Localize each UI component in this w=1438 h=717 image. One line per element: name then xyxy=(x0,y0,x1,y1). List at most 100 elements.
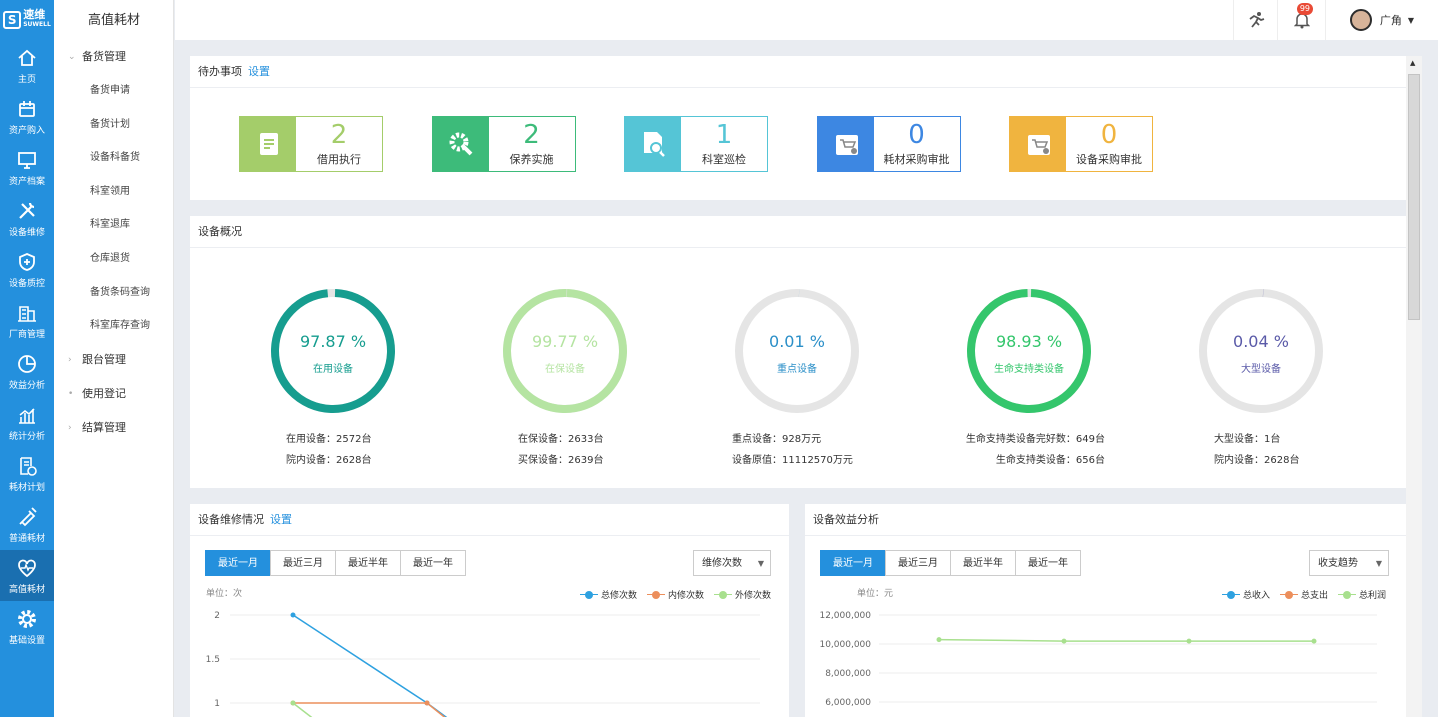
repair-chart: 21.51 xyxy=(206,611,760,717)
donut-ring xyxy=(271,289,395,413)
nav-item-6[interactable]: 效益分析 xyxy=(0,346,54,397)
nav-item-label: 设备维修 xyxy=(8,227,45,238)
range-tab[interactable]: 最近一年 xyxy=(400,550,466,576)
y-tick-label: 10,000,000 xyxy=(819,640,871,650)
nav-item-4[interactable]: 设备质控 xyxy=(0,244,54,295)
todo-card[interactable]: 0 耗材采购审批 xyxy=(816,116,961,172)
gear-icon xyxy=(18,609,36,628)
donut-percent: 97.87 % xyxy=(299,332,367,351)
submenu-item[interactable]: 科室库存查询 xyxy=(54,309,173,343)
nav-item-1[interactable]: 资产购入 xyxy=(0,91,54,142)
range-tab[interactable]: 最近三月 xyxy=(885,550,951,576)
todo-card[interactable]: 1 科室巡检 xyxy=(624,116,768,172)
donut-label: 生命支持类设备 xyxy=(994,364,1064,375)
submenu-item[interactable]: 科室领用 xyxy=(54,175,173,209)
run-button[interactable] xyxy=(1233,0,1277,40)
range-tab[interactable]: 最近半年 xyxy=(950,550,1016,576)
todo-card[interactable]: 2 借用执行 xyxy=(239,116,383,172)
donut-note: 在保设备：2633台 xyxy=(518,434,604,445)
submenu-item[interactable]: 备货条码查询 xyxy=(54,276,173,310)
series-point[interactable] xyxy=(1061,638,1067,644)
cart-user-icon xyxy=(1028,135,1050,155)
repair-select[interactable]: 维修次数 ▼ xyxy=(693,550,771,576)
todo-card-icon-box xyxy=(625,117,681,171)
submenu-group[interactable]: › 结算管理 xyxy=(54,411,173,445)
hand-card-icon xyxy=(260,133,278,155)
nav-item-3[interactable]: 设备维修 xyxy=(0,193,54,244)
series-point[interactable] xyxy=(424,700,430,706)
repair-unit: 单位：次 xyxy=(206,589,243,599)
nav-item-label: 资产购入 xyxy=(8,125,45,136)
submenu-item[interactable]: 仓库退货 xyxy=(54,242,173,276)
repair-setting-link[interactable]: 设置 xyxy=(270,513,292,526)
todo-card[interactable]: 0 设备采购审批 xyxy=(1009,116,1153,172)
nav-item-7[interactable]: 统计分析 xyxy=(0,397,54,448)
submenu-group-label: 结算管理 xyxy=(82,420,126,434)
nav-item-10[interactable]: 高值耗材 xyxy=(0,550,54,601)
monitor-icon xyxy=(18,151,36,169)
nav-item-label: 普通耗材 xyxy=(8,533,45,544)
pie-chart-icon xyxy=(18,354,36,373)
submenu-item[interactable]: 备货计划 xyxy=(54,108,173,142)
overview-donut[interactable]: 97.87 % 在用设备 xyxy=(268,286,398,416)
nav-item-9[interactable]: 普通耗材 xyxy=(0,499,54,550)
y-tick-label: 1 xyxy=(214,699,220,709)
scroll-thumb[interactable] xyxy=(1408,74,1420,320)
series-point[interactable] xyxy=(290,700,296,706)
notification-button[interactable]: 99 xyxy=(1277,0,1325,40)
avatar xyxy=(1349,9,1372,31)
series-point[interactable] xyxy=(1311,638,1317,644)
user-menu[interactable]: 广角 ▼ xyxy=(1325,0,1438,40)
nav-item-8[interactable]: 耗材计划 xyxy=(0,448,54,499)
y-tick-label: 6,000,000 xyxy=(825,698,871,708)
submenu-item[interactable]: 设备科备货 xyxy=(54,141,173,175)
submenu-group-label: 跟台管理 xyxy=(82,352,126,366)
overview-donut[interactable]: 0.04 % 大型设备 xyxy=(1196,286,1326,416)
range-tab[interactable]: 最近一年 xyxy=(1015,550,1081,576)
submenu-item[interactable]: 科室退库 xyxy=(54,208,173,242)
overview-donut[interactable]: 98.93 % 生命支持类设备 xyxy=(964,286,1094,416)
submenu-group[interactable]: › 跟台管理 xyxy=(54,343,173,377)
donut-note: 重点设备：928万元 xyxy=(732,434,822,445)
submenu-item[interactable]: 备货申请 xyxy=(54,74,173,108)
user-name: 广角 xyxy=(1379,14,1402,27)
submenu-group[interactable]: • 使用登记 xyxy=(54,377,173,411)
brand-logo[interactable]: S 速维 SUWELL xyxy=(0,0,54,40)
nav-item-11[interactable]: 基础设置 xyxy=(0,601,54,652)
page-scrollbar[interactable]: ▲ xyxy=(1406,56,1422,717)
donut-label: 在保设备 xyxy=(545,364,585,375)
submenu-group[interactable]: ⌄ 备货管理 xyxy=(54,40,173,74)
todo-card-text: 2 借用执行 xyxy=(296,117,382,171)
series-point[interactable] xyxy=(290,612,296,618)
repair-tabs: 最近一月 最近三月 最近半年 最近一年 xyxy=(205,550,466,576)
range-tab[interactable]: 最近一月 xyxy=(205,550,271,576)
todo-title: 待办事项 xyxy=(198,65,242,78)
brand-sub: SUWELL xyxy=(23,21,51,28)
syringe-icon xyxy=(19,506,37,526)
nav-item-0[interactable]: 主页 xyxy=(0,40,54,91)
donut-note: 买保设备：2639台 xyxy=(518,455,604,466)
todo-card-text: 1 科室巡检 xyxy=(681,117,767,171)
legend-marker-icon xyxy=(1279,590,1298,599)
nav-item-2[interactable]: 资产档案 xyxy=(0,142,54,193)
todo-card-count: 1 xyxy=(715,120,733,150)
range-tab[interactable]: 最近三月 xyxy=(270,550,336,576)
series-line xyxy=(292,702,313,717)
donut-note: 生命支持类设备完好数：649台 xyxy=(965,434,1105,445)
series-point[interactable] xyxy=(936,637,942,643)
nav-item-5[interactable]: 厂商管理 xyxy=(0,295,54,346)
y-tick-label: 1.5 xyxy=(206,655,220,665)
todo-setting-link[interactable]: 设置 xyxy=(248,65,270,78)
benefit-select[interactable]: 收支趋势 ▼ xyxy=(1309,550,1389,576)
submenu-group-label: 备货管理 xyxy=(82,50,126,63)
brand-mark-icon: S xyxy=(3,11,22,29)
overview-donut[interactable]: 0.01 % 重点设备 xyxy=(732,286,862,416)
benefit-header: 设备效益分析 xyxy=(805,504,1406,536)
scroll-up-icon[interactable]: ▲ xyxy=(1410,59,1415,67)
series-point[interactable] xyxy=(1186,638,1192,644)
range-tab[interactable]: 最近一月 xyxy=(820,550,886,576)
donut-ring xyxy=(1199,289,1323,413)
range-tab[interactable]: 最近半年 xyxy=(335,550,401,576)
overview-donut[interactable]: 99.77 % 在保设备 xyxy=(500,286,630,416)
todo-card[interactable]: 2 保养实施 xyxy=(431,116,576,172)
